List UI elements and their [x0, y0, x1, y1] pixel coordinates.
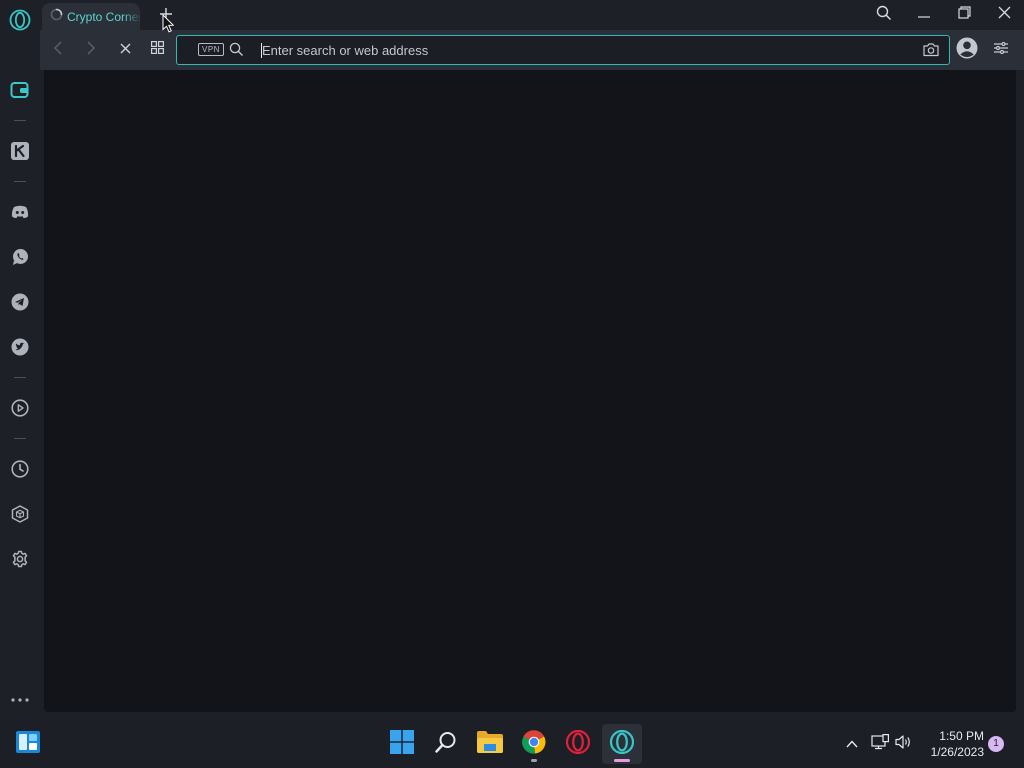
windows-logo-icon — [390, 729, 414, 759]
play-icon[interactable] — [8, 396, 32, 420]
whatsapp-icon[interactable] — [8, 245, 32, 269]
browser-tab[interactable]: Crypto Corner — [42, 3, 140, 30]
chrome-icon — [522, 729, 546, 759]
search-tabs-button[interactable] — [872, 3, 896, 27]
notification-badge[interactable]: 1 — [988, 736, 1004, 752]
avatar-icon — [956, 37, 978, 64]
close-button[interactable] — [992, 3, 1016, 27]
system-clock[interactable]: 1:50 PM 1/26/2023 — [922, 728, 984, 760]
restore-button[interactable] — [952, 3, 976, 27]
widgets-icon — [16, 730, 40, 758]
network-button[interactable] — [868, 724, 892, 764]
opera-button[interactable] — [558, 724, 598, 764]
stop-loading-button[interactable] — [113, 38, 137, 62]
discord-icon[interactable] — [8, 200, 32, 224]
speaker-icon — [895, 734, 913, 755]
ellipsis-icon[interactable] — [8, 688, 32, 712]
easy-setup-button[interactable] — [989, 38, 1013, 62]
chevron-right-icon — [86, 40, 96, 60]
close-icon — [998, 6, 1011, 24]
address-bar[interactable]: VPN — [176, 35, 950, 65]
clock-icon[interactable] — [8, 457, 32, 481]
gear-icon[interactable] — [8, 547, 32, 571]
opera-icon — [565, 729, 591, 759]
grid-icon — [150, 41, 164, 59]
running-indicator — [531, 759, 537, 762]
windows-taskbar: 1:50 PM 1/26/2023 1 — [0, 720, 1024, 768]
cube-icon[interactable] — [8, 502, 32, 526]
minimize-button[interactable] — [912, 3, 936, 27]
chevron-left-icon — [53, 40, 63, 60]
vpn-badge[interactable]: VPN — [198, 43, 224, 56]
k-icon[interactable] — [8, 139, 32, 163]
sliders-icon — [994, 41, 1008, 59]
active-indicator — [614, 759, 630, 762]
sidebar-separator — [14, 120, 26, 121]
telegram-icon[interactable] — [8, 290, 32, 314]
twitter-icon[interactable] — [8, 335, 32, 359]
snapshot-camera-icon[interactable] — [923, 42, 939, 62]
close-icon — [120, 41, 131, 59]
address-input[interactable] — [262, 36, 902, 64]
minimize-icon — [918, 6, 930, 24]
opera-gx-button[interactable] — [602, 724, 642, 764]
sidebar-separator — [14, 377, 26, 378]
restore-icon — [957, 6, 971, 24]
clock-time: 1:50 PM — [939, 729, 984, 743]
search-icon — [435, 731, 457, 758]
network-icon — [871, 733, 890, 755]
loading-spinner-icon — [50, 8, 63, 26]
search-icon — [876, 5, 892, 26]
tab-title: Crypto Corner — [67, 9, 140, 24]
show-hidden-icons-button[interactable] — [840, 724, 864, 764]
browser-toolbar: VPN — [40, 30, 1024, 70]
folder-icon — [477, 730, 503, 758]
search-button[interactable] — [426, 724, 466, 764]
chrome-button[interactable] — [514, 724, 554, 764]
sidebar-separator — [14, 181, 26, 182]
forward-button[interactable] — [79, 38, 103, 62]
widgets-button[interactable] — [8, 724, 48, 764]
browser-sidebar — [0, 0, 40, 720]
wallet-icon[interactable] — [8, 78, 32, 102]
desktop: Crypto Corner VPN Enter search or web ad… — [0, 0, 1024, 768]
sidebar-separator — [14, 438, 26, 439]
volume-button[interactable] — [892, 724, 916, 764]
start-button[interactable] — [382, 724, 422, 764]
search-icon — [229, 42, 244, 62]
opera-logo-icon[interactable] — [8, 8, 32, 32]
web-page-viewport[interactable] — [44, 70, 1016, 712]
opera-crypto-icon — [609, 729, 635, 759]
back-button[interactable] — [46, 38, 70, 62]
tab-overview-button[interactable] — [145, 38, 169, 62]
profile-button[interactable] — [955, 37, 979, 64]
mouse-cursor-icon — [162, 13, 175, 38]
chevron-up-icon — [846, 735, 858, 753]
file-explorer-button[interactable] — [470, 724, 510, 764]
clock-date: 1/26/2023 — [930, 745, 984, 759]
